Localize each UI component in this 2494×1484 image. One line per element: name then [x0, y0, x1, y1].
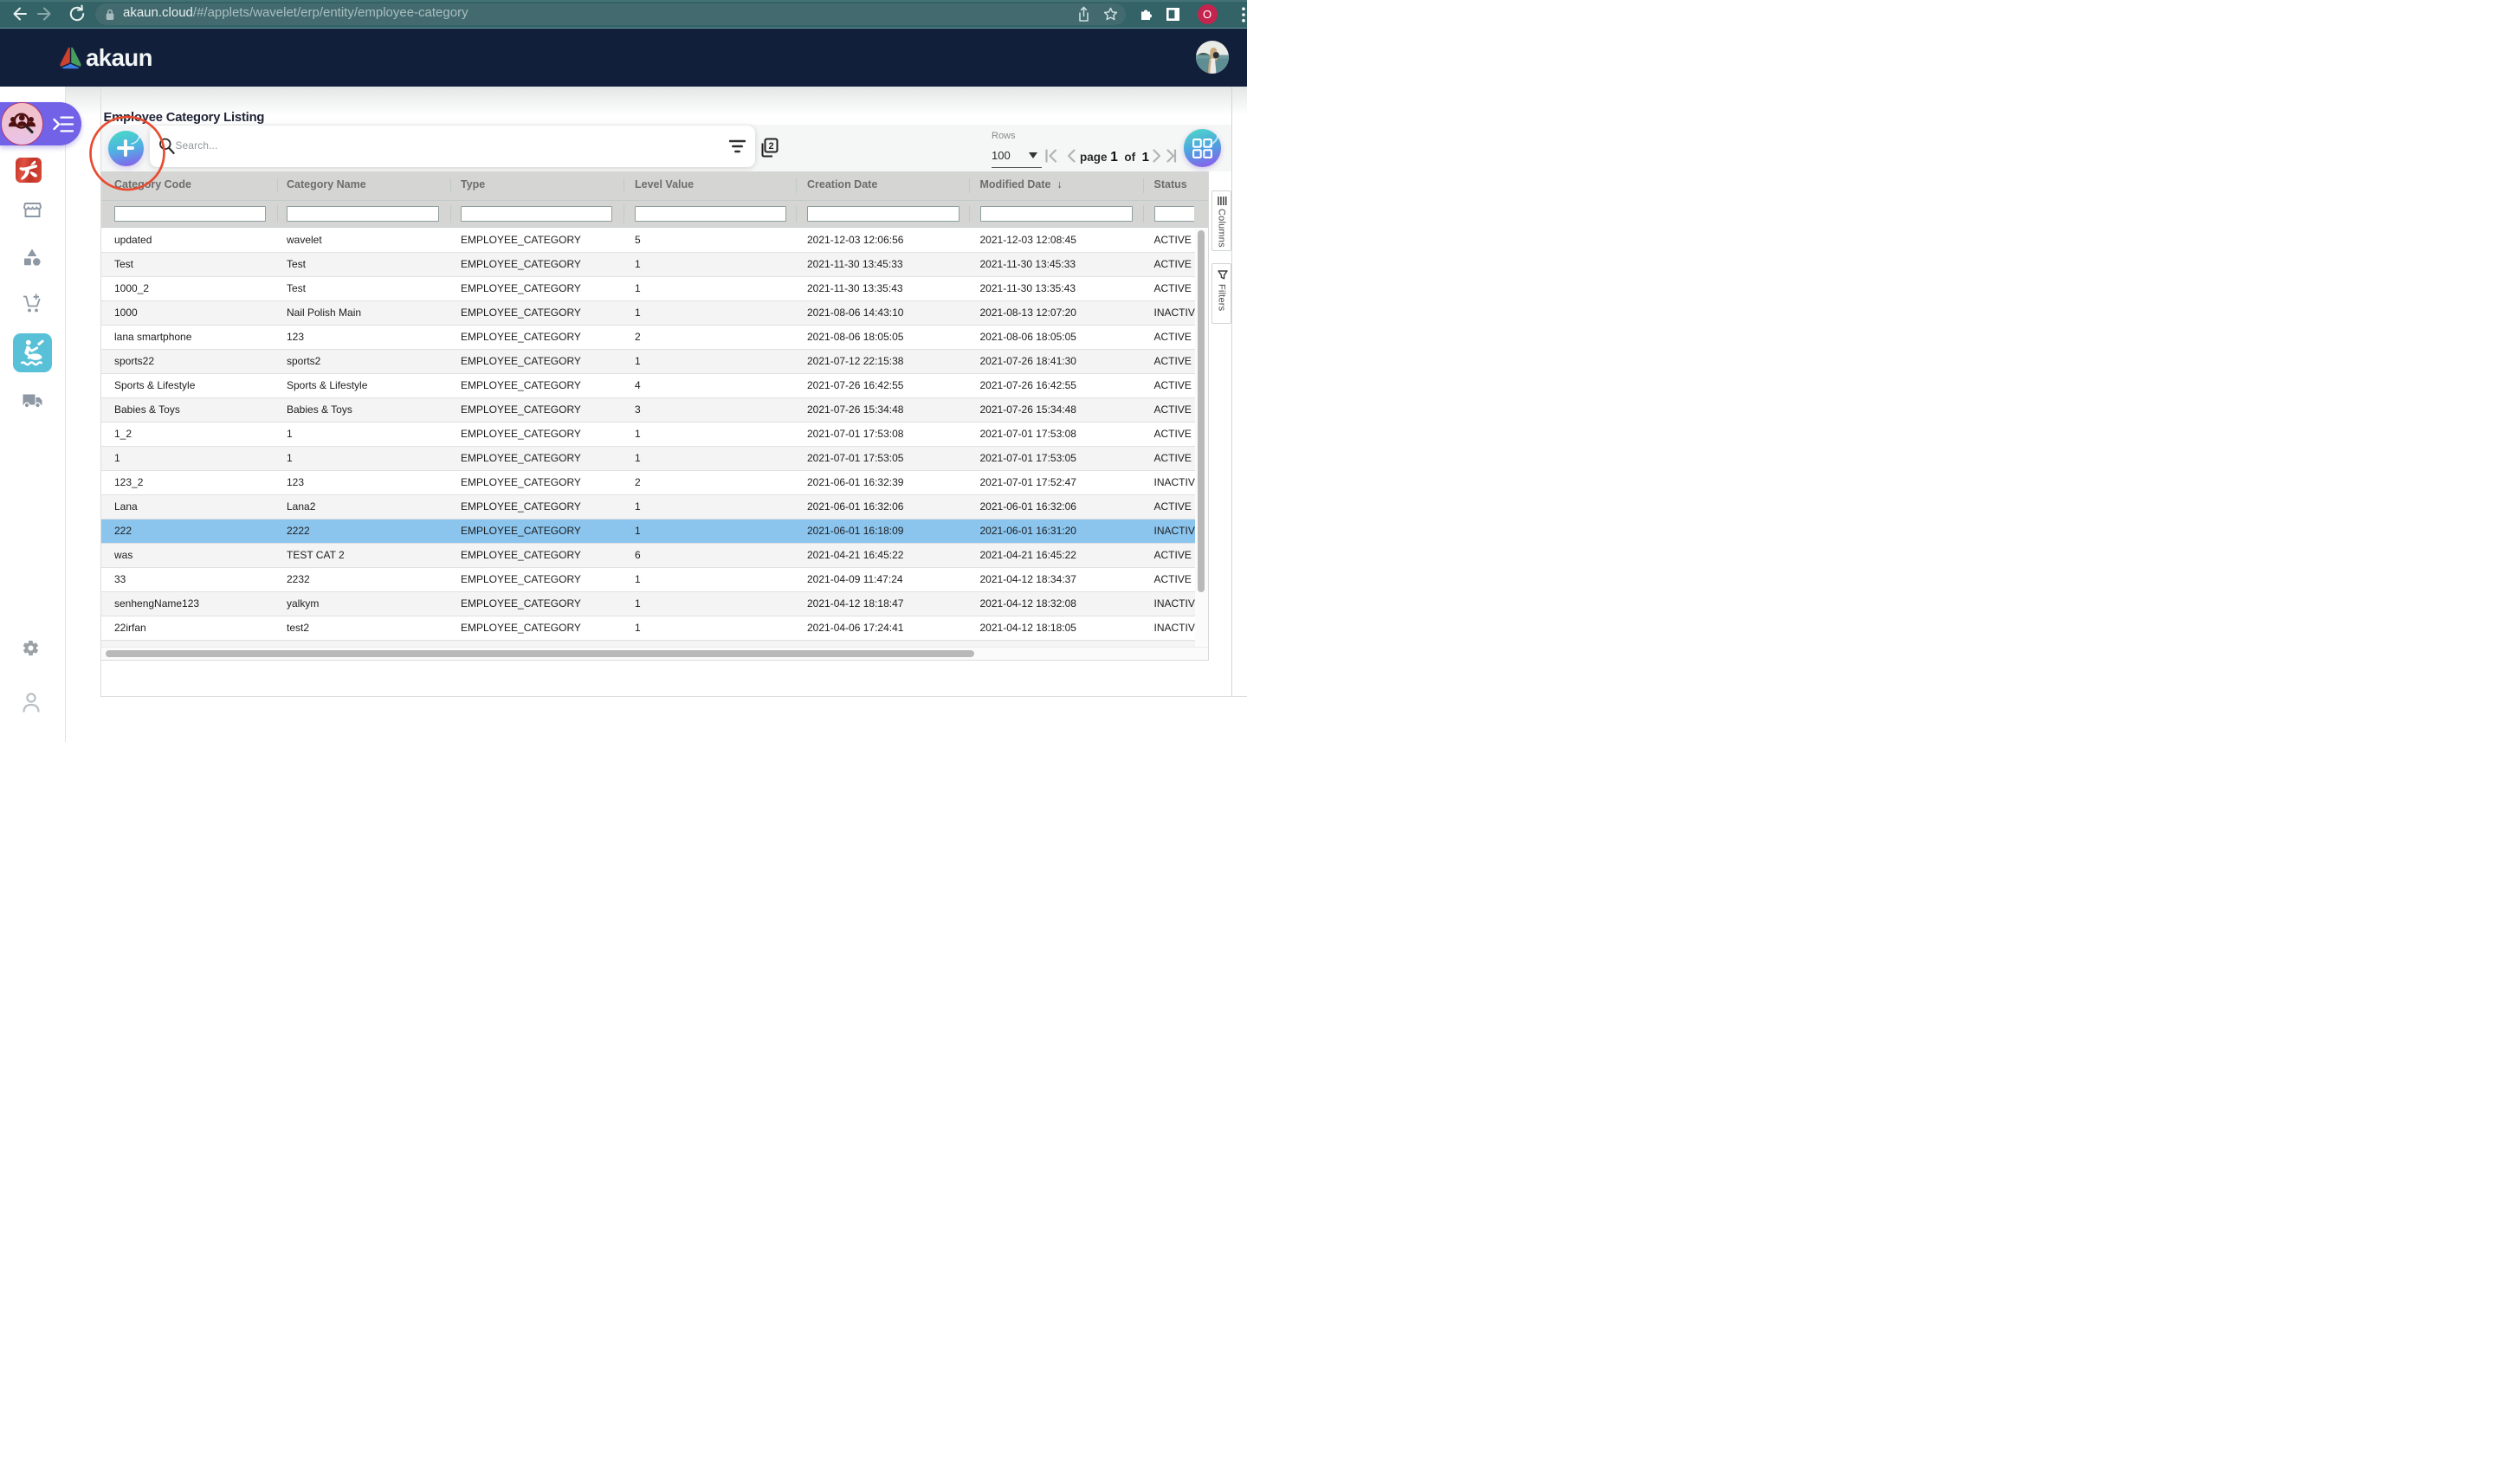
- svg-text:2: 2: [768, 141, 773, 152]
